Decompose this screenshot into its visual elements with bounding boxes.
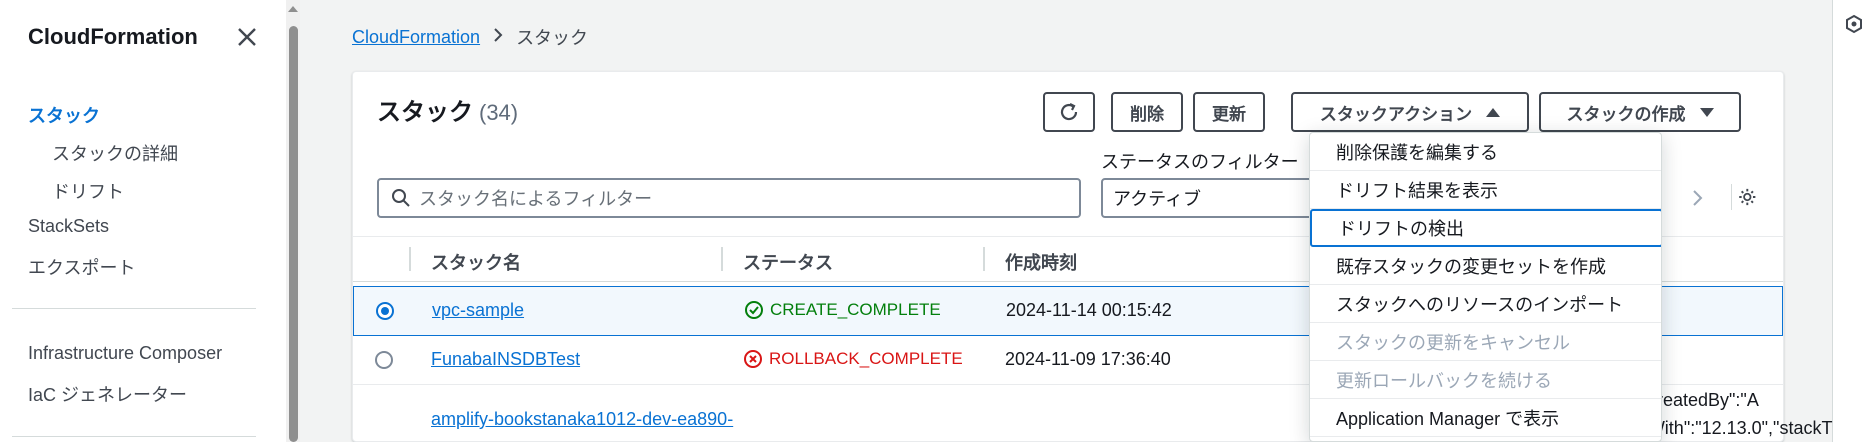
breadcrumb: CloudFormation スタック <box>352 24 588 50</box>
create-stack-label: スタックの作成 <box>1566 104 1686 124</box>
row-radio[interactable] <box>375 351 393 369</box>
menu-item-detect-drift[interactable]: ドリフトの検出 <box>1310 209 1661 247</box>
right-rail <box>1832 0 1875 442</box>
refresh-icon <box>1060 103 1078 121</box>
update-button[interactable]: 更新 <box>1193 92 1265 132</box>
delete-button[interactable]: 削除 <box>1111 92 1183 132</box>
scrollbar-thumb[interactable] <box>289 26 298 442</box>
panel-title-text: スタック <box>377 99 473 126</box>
caret-up-icon <box>1486 107 1501 117</box>
stack-name-link[interactable]: vpc-sample <box>432 300 524 321</box>
sidebar-item-stacksets[interactable]: StackSets <box>28 216 109 237</box>
created-time: 2024-11-09 17:36:40 <box>1005 349 1171 369</box>
menu-item-continue-update-rollback: 更新ロールバックを続ける <box>1310 361 1661 399</box>
scroll-up-icon[interactable] <box>288 6 298 12</box>
stack-actions-menu: 削除保護を編集する ドリフト結果を表示 ドリフトの検出 既存スタックの変更セット… <box>1309 132 1662 442</box>
status-text: CREATE_COMPLETE <box>770 300 941 319</box>
status-badge: ROLLBACK_COMPLETE <box>743 349 963 369</box>
search-icon <box>392 189 410 207</box>
description-fragment: reatedBy":"A <box>1657 390 1759 410</box>
gear-icon[interactable] <box>1731 184 1757 210</box>
breadcrumb-current: スタック <box>516 28 589 48</box>
status-badge: CREATE_COMPLETE <box>744 300 941 320</box>
sidebar-item-stacks[interactable]: スタック <box>28 102 100 128</box>
create-stack-button[interactable]: スタックの作成 <box>1539 92 1741 132</box>
status-filter-label: ステータスのフィルター <box>1101 152 1299 172</box>
chevron-right-icon[interactable] <box>1688 186 1708 210</box>
stack-actions-button[interactable]: スタックアクション <box>1291 92 1529 132</box>
sidebar-item-drift[interactable]: ドリフト <box>52 178 124 204</box>
sidebar-divider <box>12 436 256 437</box>
column-header-stack-name[interactable]: スタック名 <box>431 249 521 275</box>
sidebar-title[interactable]: CloudFormation <box>28 24 198 50</box>
stack-search-input[interactable]: スタック名によるフィルター <box>377 178 1081 218</box>
search-placeholder: スタック名によるフィルター <box>419 189 653 209</box>
sidebar-scrollbar[interactable] <box>286 0 300 442</box>
menu-item-import-resources[interactable]: スタックへのリソースのインポート <box>1310 285 1661 323</box>
menu-item-create-change-set[interactable]: 既存スタックの変更セットを作成 <box>1310 247 1661 285</box>
stack-name-link[interactable]: amplify-bookstanaka1012-dev-ea890- <box>431 409 733 430</box>
status-filter-value: アクティブ <box>1113 189 1202 209</box>
stack-actions-label: スタックアクション <box>1319 104 1473 124</box>
chevron-right-icon <box>492 27 504 48</box>
check-circle-icon <box>745 301 763 319</box>
panel-title: スタック (34) <box>377 92 518 127</box>
caret-down-icon <box>1699 107 1714 117</box>
column-divider[interactable] <box>721 247 723 271</box>
sidebar-item-iac-generator[interactable]: IaC ジェネレーター <box>28 381 187 407</box>
sidebar-item-exports[interactable]: エクスポート <box>28 254 135 280</box>
stack-count: (34) <box>479 100 519 125</box>
sidebar-item-stack-details[interactable]: スタックの詳細 <box>52 140 178 166</box>
column-divider[interactable] <box>983 247 985 271</box>
menu-item-view-in-application-manager[interactable]: Application Manager で表示 <box>1310 399 1661 437</box>
column-header-created[interactable]: 作成時刻 <box>1005 249 1077 275</box>
side-navigation: CloudFormation スタック スタックの詳細 ドリフト StackSe… <box>0 0 300 442</box>
sidebar-item-infrastructure-composer[interactable]: Infrastructure Composer <box>28 343 222 364</box>
menu-item-view-drift-results[interactable]: ドリフト結果を表示 <box>1310 171 1661 209</box>
sidebar-divider <box>12 308 256 309</box>
column-header-status[interactable]: ステータス <box>743 249 833 275</box>
menu-item-cancel-update: スタックの更新をキャンセル <box>1310 323 1661 361</box>
breadcrumb-link-cloudformation[interactable]: CloudFormation <box>352 27 480 48</box>
stack-name-link[interactable]: FunabaINSDBTest <box>431 349 580 370</box>
hexagon-icon[interactable] <box>1844 14 1864 34</box>
refresh-button[interactable] <box>1043 92 1095 132</box>
close-icon[interactable] <box>234 24 260 50</box>
menu-item-edit-termination-protection[interactable]: 削除保護を編集する <box>1310 133 1661 171</box>
column-divider <box>409 247 411 271</box>
status-text: ROLLBACK_COMPLETE <box>769 349 963 368</box>
row-radio[interactable] <box>376 302 394 320</box>
created-time: 2024-11-14 00:15:42 <box>1006 300 1172 320</box>
error-circle-icon <box>744 350 762 368</box>
